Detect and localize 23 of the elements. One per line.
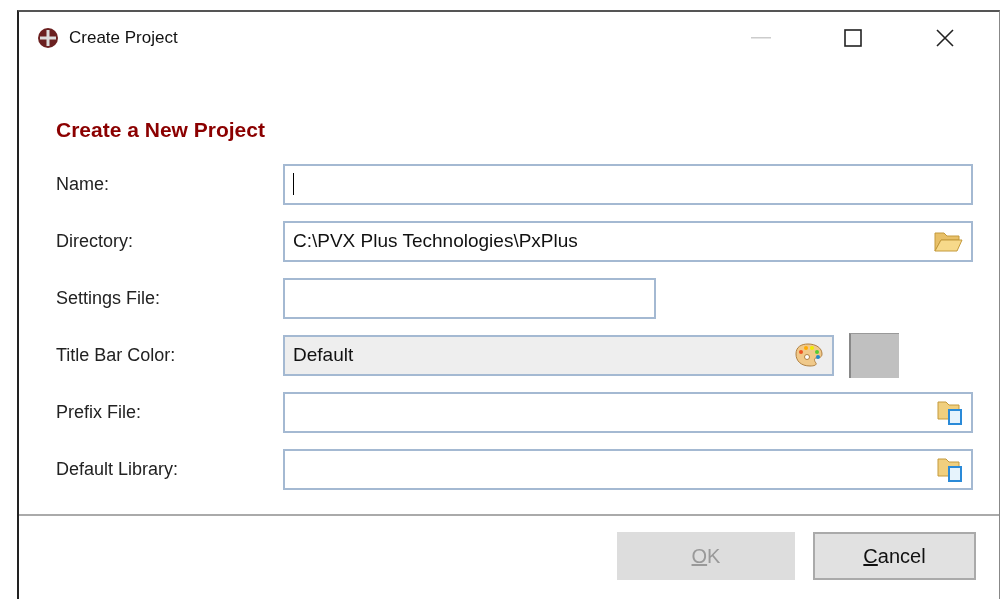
input-field[interactable]: C:\PVX Plus Technologies\PxPlus [283, 220, 973, 262]
app-logo-icon [37, 27, 59, 49]
field-label: Title Bar Color: [56, 343, 177, 367]
folder-file-icon[interactable] [937, 399, 963, 425]
dialog-button[interactable]: Cancel [813, 531, 976, 580]
color-field[interactable]: Default [283, 334, 834, 376]
color-swatch[interactable] [849, 332, 899, 378]
palette-icon[interactable] [794, 342, 824, 368]
field-label: Settings File: [56, 286, 162, 310]
close-icon[interactable] [935, 28, 955, 48]
field-label: Prefix File: [56, 400, 143, 424]
input-field[interactable] [283, 391, 973, 433]
input-field[interactable] [283, 277, 656, 319]
window-title: Create Project [69, 27, 178, 50]
input-field[interactable] [283, 448, 973, 490]
field-label: Default Library: [56, 457, 180, 481]
input-field[interactable] [283, 163, 973, 205]
dialog-heading: Create a New Project [56, 117, 266, 143]
field-label: Directory: [56, 229, 134, 253]
folder-icon[interactable] [933, 229, 963, 253]
maximize-icon[interactable] [844, 29, 862, 47]
field-label: Name: [56, 172, 110, 196]
folder-file-icon[interactable] [937, 456, 963, 482]
